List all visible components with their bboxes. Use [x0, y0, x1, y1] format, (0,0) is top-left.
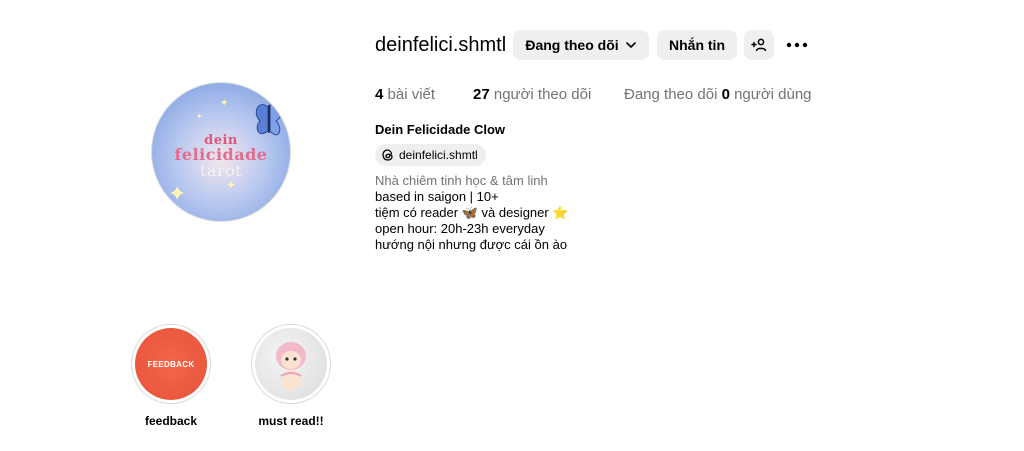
- star-icon: ✦: [220, 98, 229, 109]
- message-button[interactable]: Nhắn tin: [657, 30, 737, 60]
- profile-page: ✦ ✦ ✦ ✦ dein felicidade tarot deinfelici…: [0, 0, 1024, 451]
- posts-label: bài viết: [387, 86, 436, 103]
- posts-count: 4: [375, 86, 384, 103]
- following-button-label: Đang theo dõi: [525, 37, 619, 53]
- following-button[interactable]: Đang theo dõi: [513, 30, 649, 60]
- star-icon: ✦: [168, 181, 187, 206]
- highlight-cover-text: FEEDBACK: [147, 359, 195, 369]
- followers-label: người theo dõi: [493, 86, 592, 103]
- followers-count: 27: [473, 86, 490, 103]
- threads-link[interactable]: deinfelici.shmtl: [375, 144, 486, 166]
- profile-full-name: Dein Felicidade Clow: [375, 122, 506, 137]
- bio-line: based in saigon | 10+: [375, 189, 499, 204]
- following-prefix: Đang theo dõi: [624, 86, 718, 103]
- highlight-feedback[interactable]: FEEDBACK feedback: [126, 324, 216, 428]
- bio-line: hướng nội nhưng được cái ồn ào: [375, 237, 568, 252]
- posts-stat: 4 bài viết: [375, 86, 435, 103]
- highlight-ring: FEEDBACK: [131, 324, 211, 404]
- avatar-image: ✦ ✦ ✦ ✦ dein felicidade tarot: [152, 83, 290, 221]
- add-user-icon: [751, 38, 767, 52]
- message-button-label: Nhắn tin: [669, 37, 725, 53]
- profile-category: Nhà chiêm tinh học & tâm linh: [375, 173, 548, 188]
- highlight-label: feedback: [144, 414, 198, 428]
- chevron-down-icon: [625, 42, 636, 48]
- highlight-label: must read!!: [258, 414, 324, 428]
- following-suffix: người dùng: [734, 86, 812, 103]
- profile-username: deinfelici.shmtl: [375, 34, 507, 56]
- butterfly-icon: [255, 103, 283, 136]
- star-icon: ✦: [196, 112, 203, 121]
- bio-line: open hour: 20h-23h everyday: [375, 221, 545, 236]
- threads-icon: [382, 149, 393, 161]
- highlight-ring: [251, 324, 331, 404]
- more-horizontal-icon: [786, 42, 808, 48]
- following-stat[interactable]: Đang theo dõi 0 người dùng: [624, 86, 812, 103]
- suggest-user-button[interactable]: [744, 30, 774, 60]
- highlight-cover: FEEDBACK: [135, 328, 207, 400]
- more-options-button[interactable]: [784, 30, 810, 60]
- profile-avatar[interactable]: ✦ ✦ ✦ ✦ dein felicidade tarot: [151, 82, 291, 222]
- threads-handle: deinfelici.shmtl: [399, 148, 478, 162]
- avatar-logo-line-3: tarot: [199, 160, 243, 180]
- followers-stat[interactable]: 27 người theo dõi: [473, 86, 591, 103]
- bio-line: tiệm có reader 🦋 và designer ⭐: [375, 205, 569, 220]
- highlight-must-read[interactable]: must read!!: [246, 324, 336, 428]
- following-count: 0: [721, 86, 730, 103]
- highlight-cover: [255, 328, 327, 400]
- figurine-image: [276, 342, 306, 390]
- star-icon: ✦: [226, 178, 237, 192]
